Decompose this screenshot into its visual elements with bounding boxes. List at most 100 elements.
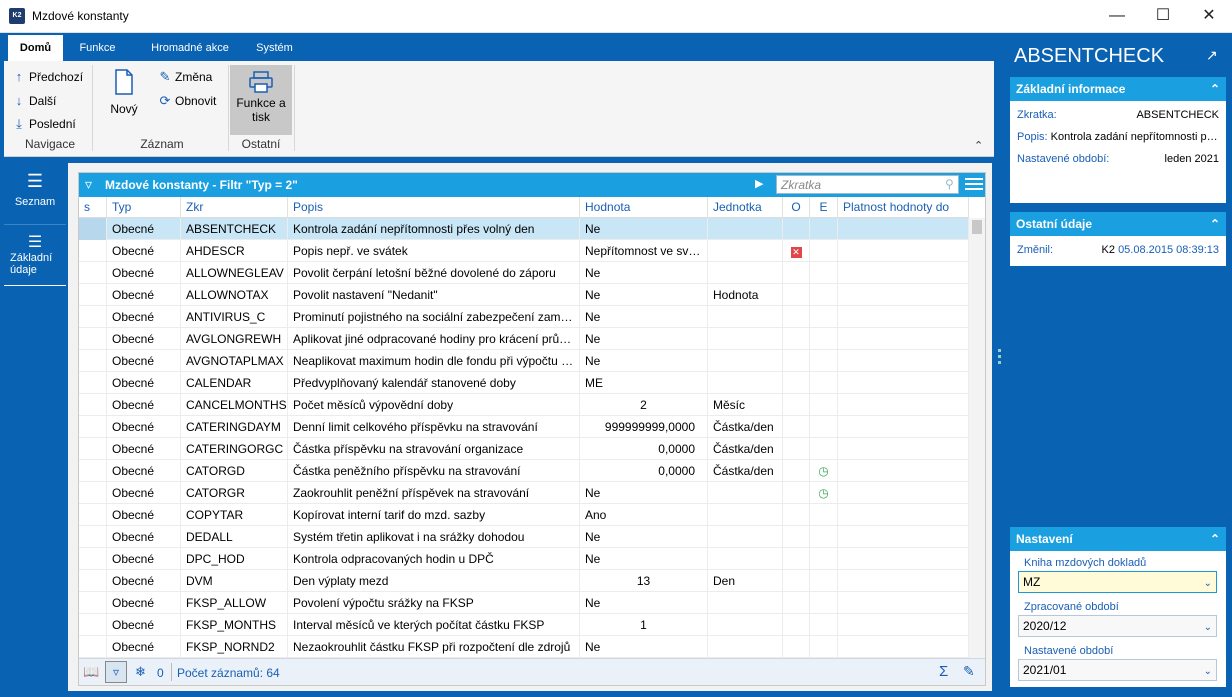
cell-typ: Obecné bbox=[107, 284, 181, 306]
table-row[interactable]: Obecné FKSP_MONTHS Interval měsíců ve kter… bbox=[79, 614, 969, 636]
refresh-button[interactable]: ⟳ Obnovit bbox=[158, 93, 217, 109]
cell-hodnota: 0,0000 bbox=[580, 460, 708, 482]
cell-typ: Obecné bbox=[107, 262, 181, 284]
new-button[interactable]: Nový bbox=[102, 69, 146, 116]
dropdown-icon[interactable]: ⌄ bbox=[1204, 662, 1212, 682]
column-header-o[interactable]: O bbox=[783, 197, 810, 218]
open-external-icon[interactable]: ↗ bbox=[1206, 47, 1218, 64]
zpracovane-select[interactable]: 2020/12 ⌄ bbox=[1018, 615, 1217, 637]
table-row[interactable]: Obecné DPC_HOD Kontrola odpracovaných hodi… bbox=[79, 548, 969, 570]
filter-toggle-icon[interactable]: ▿ bbox=[105, 661, 127, 683]
book-icon[interactable]: 📖 bbox=[83, 664, 99, 680]
column-header-typ[interactable]: Typ bbox=[107, 197, 181, 218]
table-row[interactable]: Obecné ALLOWNOTAX Povolit nastavení "Nedan… bbox=[79, 284, 969, 306]
table-row[interactable]: Obecné FKSP_NORND2 Nezaokrouhlit částku FK… bbox=[79, 636, 969, 658]
chevron-up-icon[interactable]: ⌃ bbox=[1210, 527, 1220, 551]
print-functions-button[interactable]: Funkce a tisk bbox=[230, 65, 292, 135]
cell-jednotka bbox=[708, 614, 783, 636]
maximize-button[interactable]: ☐ bbox=[1140, 0, 1186, 32]
dropdown-icon[interactable]: ⌄ bbox=[1204, 574, 1212, 594]
table-row[interactable]: Obecné CATORGR Zaokrouhlit peněžní příspěv… bbox=[79, 482, 969, 504]
tab-system[interactable]: Systém bbox=[247, 35, 302, 61]
snowflake-icon[interactable]: ❄ bbox=[135, 664, 146, 680]
table-row[interactable]: Obecné AVGNOTAPLMAX Neaplikovat maximum ho… bbox=[79, 350, 969, 372]
dropdown-icon[interactable]: ⌄ bbox=[1204, 618, 1212, 638]
zkratka-label: Zkratka: bbox=[1017, 109, 1057, 121]
cell-jednotka bbox=[708, 350, 783, 372]
table-row[interactable]: Obecné AHDESCR Popis nepř. ve svátek Nepřít… bbox=[79, 240, 969, 262]
search-icon: ⚲ bbox=[945, 177, 954, 191]
cell-jednotka: Hodnota bbox=[708, 284, 783, 306]
column-header-zkr[interactable]: Zkr bbox=[181, 197, 288, 218]
group-label-navigace: Navigace bbox=[24, 137, 76, 151]
table-row[interactable]: Obecné COPYTAR Kopírovat interní tarif do … bbox=[79, 504, 969, 526]
edit-button[interactable]: ✎ Změna bbox=[158, 69, 213, 85]
column-header-e[interactable]: E bbox=[810, 197, 838, 218]
app-logo: K2 bbox=[9, 8, 25, 24]
table-row[interactable]: Obecné AVGLONGREWH Aplikovat jiné odpracov… bbox=[79, 328, 969, 350]
chevron-up-icon[interactable]: ⌃ bbox=[1210, 212, 1220, 236]
cell-e bbox=[810, 240, 838, 262]
title-bar: K2 Mzdové konstanty — ☐ ✕ bbox=[0, 0, 1232, 33]
table-row[interactable]: Obecné DEDALL Systém třetin aplikovat i na… bbox=[79, 526, 969, 548]
table-row[interactable]: Obecné ABSENTCHECK Kontrola zadání nepříto… bbox=[79, 218, 969, 240]
table-row[interactable]: Obecné CATORGD Částka peněžního příspěvku … bbox=[79, 460, 969, 482]
table-row[interactable]: Obecné CALENDAR Předvyplňovaný kalendář st… bbox=[79, 372, 969, 394]
search-input[interactable]: Zkratka bbox=[776, 175, 959, 194]
table-row[interactable]: Obecné ANTIVIRUS_C Prominutí pojistného na… bbox=[79, 306, 969, 328]
cell-zkr: COPYTAR bbox=[181, 504, 288, 526]
chevron-up-icon[interactable]: ⌃ bbox=[1210, 77, 1220, 101]
minimize-button[interactable]: — bbox=[1094, 0, 1140, 32]
section-header-settings[interactable]: Nastavení ⌃ bbox=[1010, 527, 1226, 551]
nav-zakladni-udaje[interactable]: ☰ Základní údaje bbox=[4, 226, 66, 286]
section-header-basic[interactable]: Základní informace ⌃ bbox=[1010, 77, 1226, 101]
filter-icon[interactable]: ▿ bbox=[85, 176, 92, 193]
sum-icon[interactable]: Σ bbox=[939, 663, 948, 680]
column-header-platnost[interactable]: Platnost hodnoty do bbox=[838, 197, 969, 218]
table-row[interactable]: Obecné FKSP_ALLOW Povolení výpočtu srážky … bbox=[79, 592, 969, 614]
tab-funkce[interactable]: Funkce bbox=[70, 35, 125, 61]
cell-jednotka bbox=[708, 218, 783, 240]
nav-seznam[interactable]: ☰ Seznam bbox=[4, 163, 66, 225]
play-arrow-icon[interactable]: ▶ bbox=[755, 177, 763, 190]
section-header-other[interactable]: Ostatní údaje ⌃ bbox=[1010, 212, 1226, 236]
table-row[interactable]: Obecné ALLOWNEGLEAV Povolit čerpání letošn… bbox=[79, 262, 969, 284]
column-header-jednotka[interactable]: Jednotka bbox=[708, 197, 783, 218]
scrollbar-thumb[interactable] bbox=[972, 220, 982, 234]
next-button[interactable]: ↓ Další bbox=[12, 93, 57, 108]
hamburger-menu-icon[interactable] bbox=[964, 175, 984, 193]
cell-popis: Nezaokrouhlit částku FKSP při rozpočtení… bbox=[288, 636, 580, 658]
cell-s bbox=[79, 306, 107, 328]
list-icon: ☰ bbox=[26, 171, 44, 191]
last-button[interactable]: ⤓ Poslední bbox=[12, 116, 76, 132]
splitter-grip bbox=[998, 355, 1001, 358]
cell-typ: Obecné bbox=[107, 482, 181, 504]
arrow-down-icon: ↓ bbox=[15, 93, 23, 108]
cell-jednotka: Částka/den bbox=[708, 460, 783, 482]
tab-domu[interactable]: Domů bbox=[8, 35, 63, 61]
table-row[interactable]: Obecné CANCELMONTHS Počet měsíců výpovědní… bbox=[79, 394, 969, 416]
cell-jednotka bbox=[708, 306, 783, 328]
table-row[interactable]: Obecné DVM Den výplaty mezd 13 Den bbox=[79, 570, 969, 592]
kniha-select[interactable]: MZ ⌄ bbox=[1018, 571, 1217, 593]
nastavene-select[interactable]: 2021/01 ⌄ bbox=[1018, 659, 1217, 681]
panel-splitter[interactable] bbox=[994, 33, 1006, 697]
previous-button[interactable]: ↑ Předchozí bbox=[12, 69, 83, 84]
collapse-ribbon-icon[interactable]: ⌃ bbox=[974, 139, 983, 152]
tab-hromadne-akce[interactable]: Hromadné akce bbox=[136, 35, 244, 61]
cell-hodnota: Ne bbox=[580, 262, 708, 284]
cell-s bbox=[79, 592, 107, 614]
pencil-icon[interactable]: ✎ bbox=[963, 663, 975, 680]
column-header-popis[interactable]: Popis bbox=[288, 197, 580, 218]
table-row[interactable]: Obecné CATERINGDAYM Denní limit celkového … bbox=[79, 416, 969, 438]
cell-o bbox=[783, 592, 810, 614]
cell-popis: Částka příspěvku na stravování organizac… bbox=[288, 438, 580, 460]
cell-zkr: CATERINGDAYM bbox=[181, 416, 288, 438]
column-header-hodnota[interactable]: Hodnota bbox=[580, 197, 708, 218]
vertical-scrollbar[interactable] bbox=[969, 218, 985, 658]
cell-popis: Prominutí pojistného na sociální zabezpe… bbox=[288, 306, 580, 328]
cell-e bbox=[810, 438, 838, 460]
table-row[interactable]: Obecné CATERINGORGC Částka příspěvku na st… bbox=[79, 438, 969, 460]
close-button[interactable]: ✕ bbox=[1186, 0, 1232, 32]
column-header-s[interactable]: s bbox=[79, 197, 107, 218]
